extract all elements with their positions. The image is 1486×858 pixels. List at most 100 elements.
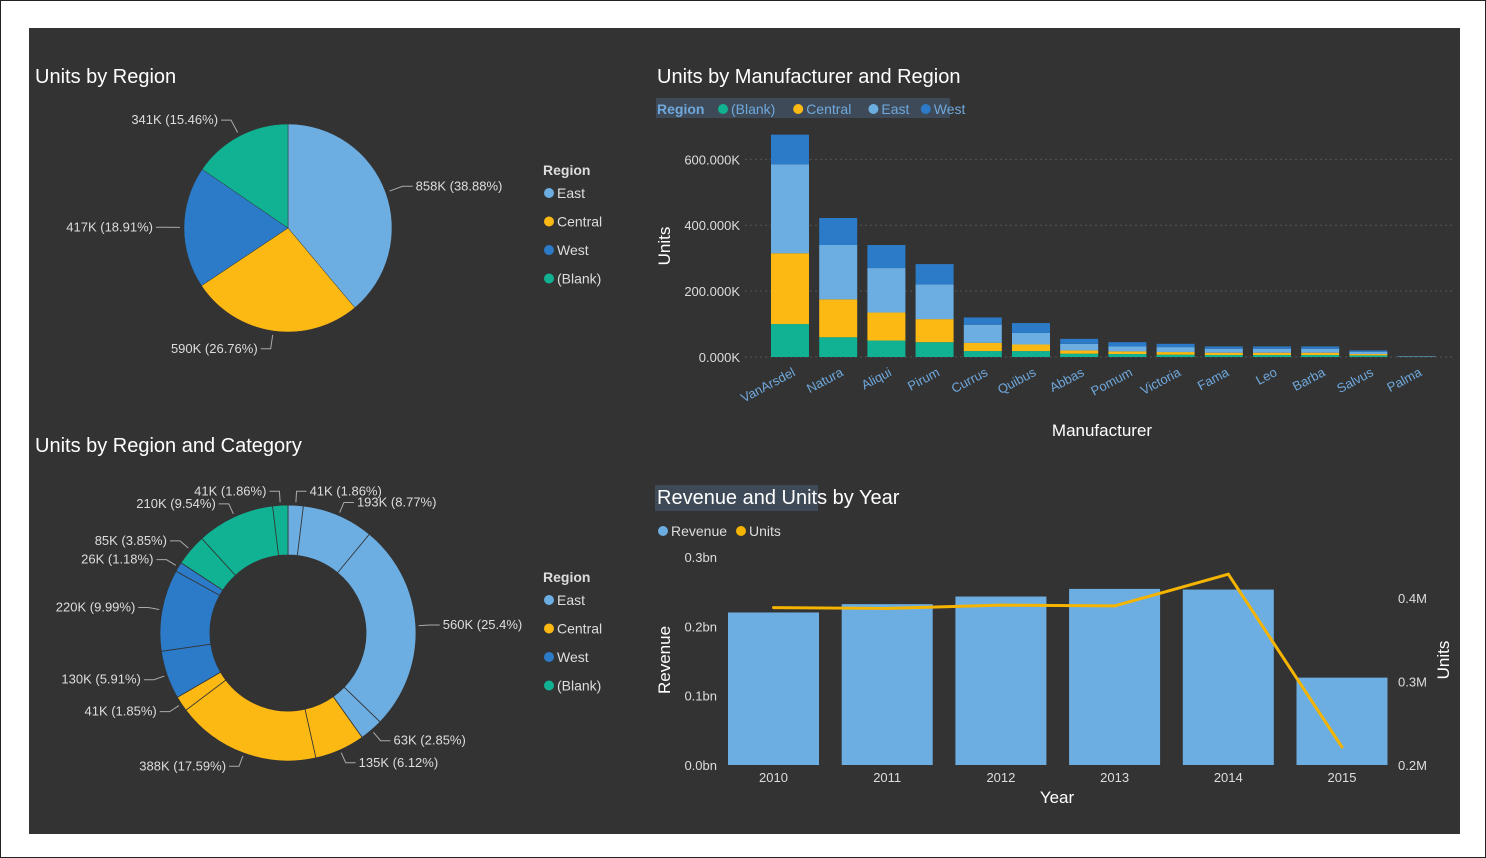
bar-segment-currus-east[interactable] <box>963 324 1002 343</box>
pie-leader-line <box>221 119 239 133</box>
donut-legend-item-east[interactable]: East <box>557 592 585 608</box>
donut-units-by-region-category[interactable]: Units by Region and Category 41K (1.86%)… <box>35 435 602 773</box>
combo-legend-marker-revenue[interactable] <box>658 526 668 536</box>
bar-legend-item-central[interactable]: Central <box>806 101 851 117</box>
combo-units-point-2010[interactable] <box>772 606 775 610</box>
bar-segment-leo-blank[interactable] <box>1253 355 1291 357</box>
pie-legend-marker-blank[interactable] <box>544 273 554 284</box>
combo-revenue-bar-2012[interactable] <box>955 596 1047 765</box>
bar-segment-pirum-east[interactable] <box>915 284 954 320</box>
bar-segment-vanarsdel-east[interactable] <box>771 164 809 254</box>
stacked-bar-units-by-manufacturer[interactable]: Units by Manufacturer and Region Region (… <box>655 66 1454 440</box>
bar-segment-barba-east[interactable] <box>1301 348 1340 353</box>
bar-segment-salvus-central[interactable] <box>1349 354 1388 356</box>
bar-legend-marker-central[interactable] <box>793 104 804 114</box>
bar-segment-natura-blank[interactable] <box>819 337 858 357</box>
bar-legend-marker-west[interactable] <box>920 104 931 114</box>
bar-segment-vanarsdel-blank[interactable] <box>771 324 809 357</box>
bar-segment-fama-central[interactable] <box>1204 352 1243 356</box>
bar-legend-item-west[interactable]: West <box>934 101 966 117</box>
combo-legend-marker-units[interactable] <box>736 526 746 536</box>
bar-segment-leo-east[interactable] <box>1253 348 1291 353</box>
bar-segment-abbas-central[interactable] <box>1060 350 1099 354</box>
bar-segment-pirum-west[interactable] <box>915 264 954 285</box>
bar-segment-barba-central[interactable] <box>1301 352 1340 356</box>
combo-revenue-units-by-year[interactable]: Revenue and Units by Year Revenue Units 0… <box>655 485 1453 807</box>
donut-legend-marker-west[interactable] <box>544 652 554 662</box>
combo-units-point-2015[interactable] <box>1340 745 1344 749</box>
combo-units-point-2012[interactable] <box>999 603 1003 607</box>
combo-revenue-bar-2015[interactable] <box>1296 677 1388 765</box>
bar-segment-barba-west[interactable] <box>1301 346 1340 349</box>
bar-segment-currus-central[interactable] <box>963 342 1002 352</box>
bar-segment-salvus-east[interactable] <box>1349 351 1388 355</box>
bar-segment-aliqui-central[interactable] <box>867 312 906 341</box>
bar-segment-aliqui-blank[interactable] <box>867 340 906 357</box>
bar-segment-quibus-west[interactable] <box>1012 323 1050 333</box>
bar-segment-leo-west[interactable] <box>1253 346 1291 349</box>
donut-leader-line <box>156 559 177 566</box>
pie-legend-item-west[interactable]: West <box>557 242 589 258</box>
bar-segment-abbas-east[interactable] <box>1060 343 1099 351</box>
bar-segment-quibus-blank[interactable] <box>1012 351 1050 357</box>
bar-segment-leo-central[interactable] <box>1253 352 1291 356</box>
combo-units-point-2013[interactable] <box>1113 604 1117 608</box>
bar-segment-salvus-west[interactable] <box>1349 350 1388 352</box>
donut-legend-marker-central[interactable] <box>544 623 554 634</box>
combo-revenue-bar-2013[interactable] <box>1069 588 1161 765</box>
bar-legend-item-blank[interactable]: (Blank) <box>731 101 775 117</box>
bar-segment-pomum-central[interactable] <box>1108 351 1147 355</box>
bar-segment-victoria-blank[interactable] <box>1156 354 1195 357</box>
combo-units-point-2011[interactable] <box>885 606 889 610</box>
donut-legend-item-west[interactable]: West <box>557 649 589 665</box>
bar-segment-fama-blank[interactable] <box>1204 355 1243 357</box>
donut-legend-item-blank[interactable]: (Blank) <box>557 678 601 694</box>
bar-segment-barba-blank[interactable] <box>1301 355 1340 357</box>
pie-legend-marker-west[interactable] <box>544 245 554 255</box>
bar-segment-abbas-blank[interactable] <box>1060 353 1099 357</box>
bar-segment-natura-west[interactable] <box>819 217 858 245</box>
bar-segment-victoria-east[interactable] <box>1156 347 1195 353</box>
bar-segment-salvus-blank[interactable] <box>1349 355 1388 357</box>
bar-segment-pirum-blank[interactable] <box>915 342 954 357</box>
combo-revenue-bar-2010[interactable] <box>728 612 819 765</box>
bar-legend-item-east[interactable]: East <box>881 101 909 117</box>
bar-segment-abbas-west[interactable] <box>1060 338 1099 344</box>
bar-segment-fama-east[interactable] <box>1204 348 1243 353</box>
bar-legend-marker-east[interactable] <box>868 104 879 114</box>
bar-segment-pomum-blank[interactable] <box>1108 354 1147 357</box>
bar-segment-pomum-east[interactable] <box>1108 346 1147 352</box>
bar-segment-aliqui-west[interactable] <box>867 245 906 269</box>
combo-legend-item-units[interactable]: Units <box>749 523 781 539</box>
donut-legend-item-central[interactable]: Central <box>557 621 602 637</box>
bar-segment-natura-east[interactable] <box>819 245 858 300</box>
bar-segment-vanarsdel-west[interactable] <box>771 134 809 165</box>
combo-x-tick-2014: 2014 <box>1214 770 1243 785</box>
bar-segment-victoria-west[interactable] <box>1156 343 1195 348</box>
donut-legend-marker-east[interactable] <box>544 595 554 605</box>
combo-units-point-2014[interactable] <box>1226 572 1230 576</box>
bar-x-tick-aliqui: Aliqui <box>859 364 894 392</box>
combo-revenue-bar-2014[interactable] <box>1182 589 1274 765</box>
bar-segment-vanarsdel-central[interactable] <box>771 253 809 325</box>
pie-legend-item-blank[interactable]: (Blank) <box>557 271 601 287</box>
bar-segment-quibus-east[interactable] <box>1012 332 1050 345</box>
pie-legend-item-central[interactable]: Central <box>557 214 602 230</box>
bar-segment-currus-west[interactable] <box>963 317 1002 325</box>
combo-legend-item-revenue[interactable]: Revenue <box>671 523 727 539</box>
bar-segment-currus-blank[interactable] <box>963 351 1002 357</box>
pie-legend-marker-east[interactable] <box>544 188 554 198</box>
pie-legend-item-east[interactable]: East <box>557 185 585 201</box>
bar-legend-marker-blank[interactable] <box>718 104 728 114</box>
bar-segment-pomum-west[interactable] <box>1108 342 1147 347</box>
donut-legend-marker-blank[interactable] <box>544 680 554 691</box>
pie-units-by-region[interactable]: Units by Region 858K (38.88%) 590K (26.76… <box>35 66 602 356</box>
bar-segment-aliqui-east[interactable] <box>867 268 906 313</box>
bar-segment-natura-central[interactable] <box>819 299 858 338</box>
pie-legend-marker-central[interactable] <box>544 216 554 227</box>
bar-segment-fama-west[interactable] <box>1204 346 1243 349</box>
bar-segment-victoria-central[interactable] <box>1156 352 1195 355</box>
bar-segment-pirum-central[interactable] <box>915 319 954 343</box>
combo-revenue-bar-2011[interactable] <box>841 604 933 765</box>
bar-segment-quibus-central[interactable] <box>1012 344 1050 352</box>
